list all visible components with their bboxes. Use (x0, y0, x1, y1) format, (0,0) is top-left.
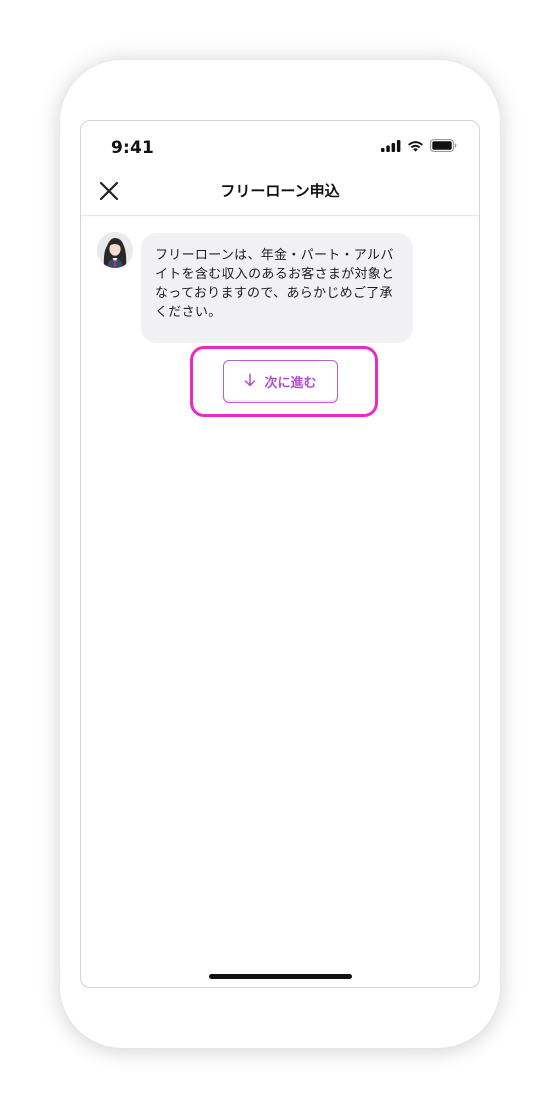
battery-icon (430, 137, 457, 156)
app-screen: 9:41 フリーローン申込 フリーローンは、年金・パート・アルバイトを含む収入の… (80, 120, 480, 988)
home-indicator[interactable] (209, 974, 352, 979)
status-icons (381, 137, 457, 156)
cellular-signal-icon (381, 137, 401, 156)
next-button[interactable]: 次に進む (223, 360, 338, 403)
arrow-down-icon (244, 372, 256, 391)
status-time: 9:41 (111, 138, 155, 158)
page: 9:41 フリーローン申込 フリーローンは、年金・パート・アルバイトを含む収入の… (0, 0, 560, 1108)
next-button-label: 次に進む (264, 376, 317, 391)
chat-message-bubble: フリーローンは、年金・パート・アルバイトを含む収入のあるお客さまが対象となってお… (141, 233, 413, 343)
header-divider (81, 215, 479, 216)
wifi-icon (407, 137, 424, 156)
operator-avatar (97, 232, 133, 268)
page-title: フリーローン申込 (220, 182, 340, 200)
